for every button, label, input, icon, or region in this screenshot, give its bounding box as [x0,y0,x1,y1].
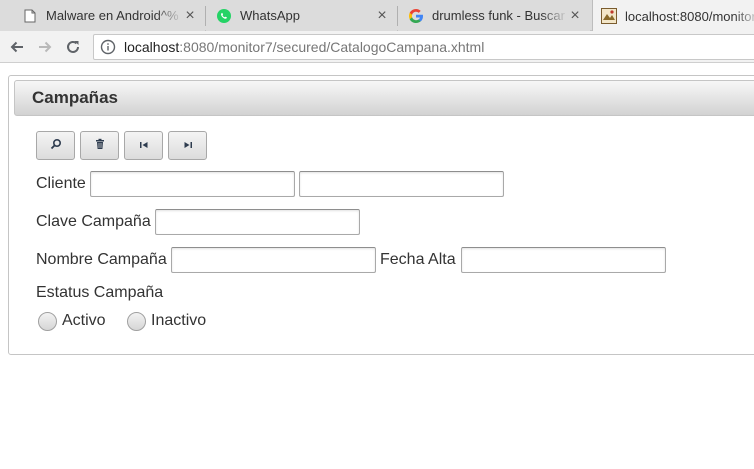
fecha-alta-input[interactable] [461,247,666,273]
first-record-button[interactable] [124,131,163,160]
tab-strip: Malware en Android^% l × WhatsApp × drum… [0,0,754,32]
activo-label[interactable]: Activo [62,312,106,330]
close-icon[interactable]: × [375,7,389,23]
tab-google-search[interactable]: drumless funk - Buscar co × [398,0,590,31]
estatus-campana-label: Estatus Campaña [36,284,164,301]
page-title: Campañas [32,88,118,107]
fecha-alta-label: Fecha Alta [380,251,456,268]
browser-toolbar: localhost:8080/monitor7/secured/Catalogo… [0,31,754,63]
first-page-icon [138,137,150,155]
tab-localhost-active[interactable]: localhost:8080/monitor7 [592,0,754,32]
url-path: :8080/monitor7/secured/CatalogoCampana.x… [179,39,485,55]
last-page-icon [182,137,194,155]
nombre-campana-label: Nombre Campaña [36,251,167,268]
tab-title: localhost:8080/monitor7 [625,8,754,24]
cliente-code-input[interactable] [90,171,295,197]
clave-campana-input[interactable] [155,209,360,235]
search-icon [50,137,62,155]
address-bar[interactable]: localhost:8080/monitor7/secured/Catalogo… [93,34,754,60]
info-icon[interactable] [100,39,116,55]
back-icon[interactable] [7,37,27,57]
inactivo-label[interactable]: Inactivo [151,312,206,330]
whatsapp-icon [216,8,232,24]
tab-title: WhatsApp [240,8,300,23]
tab-whatsapp[interactable]: WhatsApp × [206,0,397,31]
cliente-label: Cliente [36,175,86,192]
activo-radio[interactable] [38,312,57,331]
trash-icon [94,137,106,155]
close-icon[interactable]: × [183,7,197,23]
tab-title: Malware en Android^% l [46,8,183,23]
nombre-campana-input[interactable] [171,247,376,273]
url-host: localhost [124,39,180,55]
inactivo-radio[interactable] [127,312,146,331]
last-record-button[interactable] [168,131,207,160]
forward-icon[interactable] [35,37,55,57]
close-icon[interactable]: × [568,7,582,23]
app-favicon-icon [601,8,617,24]
search-button[interactable] [36,131,75,160]
google-icon [408,8,424,24]
cliente-name-input[interactable] [299,171,504,197]
document-icon [22,8,38,24]
reload-icon[interactable] [63,37,83,57]
clave-campana-label: Clave Campaña [36,213,151,230]
panel-header: Campañas [14,80,754,116]
tab-malware[interactable]: Malware en Android^% l × [0,0,205,31]
delete-button[interactable] [80,131,119,160]
tab-title: drumless funk - Buscar co [432,8,568,23]
